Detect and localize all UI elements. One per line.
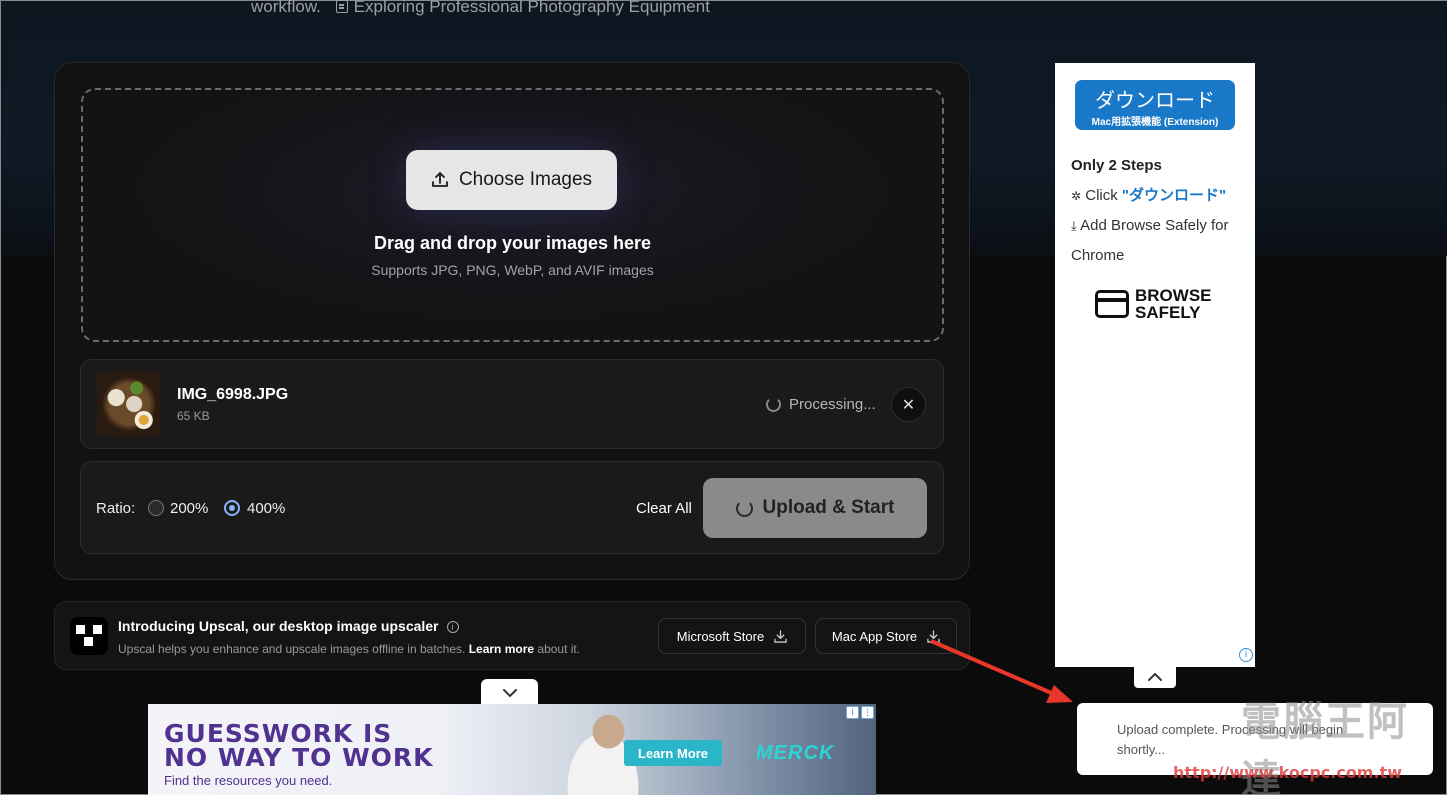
upload-start-label: Upload & Start [762, 497, 895, 518]
breadcrumb-prev[interactable]: workflow. [251, 0, 321, 16]
promo-title-text: Introducing Upscal, our desktop image up… [118, 618, 439, 634]
side-advertisement[interactable]: ダウンロード Mac用拡張機能 (Extension) Only 2 Steps… [1055, 63, 1255, 667]
ad-step-1-highlight: "ダウンロード" [1121, 187, 1227, 204]
ad-learn-more-button[interactable]: Learn More [624, 740, 722, 766]
article-icon [335, 0, 348, 13]
file-status-text: Processing... [789, 396, 876, 413]
upload-icon [432, 172, 448, 187]
breadcrumb: workflow. Exploring Professional Photogr… [251, 0, 710, 17]
choose-images-label: Choose Images [458, 169, 593, 190]
browse-safely-logo: BROWSE SAFELY [1095, 287, 1212, 321]
collapse-ad-button[interactable] [481, 679, 538, 706]
bottom-advertisement[interactable]: GUESSWORK IS NO WAY TO WORK Find the res… [148, 704, 876, 795]
brand-line-2: SAFELY [1135, 303, 1201, 322]
ad-brand-logo: MERCK [756, 742, 835, 764]
ad-steps: Only 2 Steps ✲ Click "ダウンロード" ⤓ Add Brow… [1071, 151, 1243, 271]
ad-step-1-text: Click [1085, 187, 1118, 204]
ad-info-icon[interactable]: i [846, 706, 859, 719]
ad-download-button[interactable]: ダウンロード Mac用拡張機能 (Extension) [1075, 80, 1235, 130]
ad-subline: Find the resources you need. [164, 773, 333, 788]
download-icon [774, 629, 787, 643]
file-name: IMG_6998.JPG [177, 386, 289, 403]
ad-step-2: ⤓ Add Browse Safely for Chrome [1071, 211, 1243, 271]
collapse-side-ad-button[interactable] [1134, 666, 1176, 688]
promo-sub-prefix: Upscal helps you enhance and upscale ima… [118, 642, 466, 656]
chevron-up-icon [1148, 672, 1162, 681]
ad-choices[interactable]: i ⋮ [846, 706, 874, 719]
promo-sub-suffix: about it. [537, 642, 581, 656]
remove-file-button[interactable]: ✕ [891, 387, 926, 422]
ad-step-1: ✲ Click "ダウンロード" [1071, 181, 1243, 211]
file-thumbnail [97, 372, 161, 436]
ad-download-label: ダウンロード [1095, 88, 1215, 112]
ad-headline: GUESSWORK IS NO WAY TO WORK [164, 721, 434, 772]
choose-images-button[interactable]: Choose Images [406, 150, 617, 210]
ad-info-icon[interactable]: i [1239, 648, 1253, 662]
promo-subtitle: Upscal helps you enhance and upscale ima… [118, 642, 580, 656]
browse-safely-icon [1095, 290, 1129, 318]
loading-spinner-icon [735, 499, 753, 517]
close-icon: ✕ [901, 396, 916, 414]
download-icon [927, 629, 940, 643]
ad-menu-icon[interactable]: ⋮ [861, 706, 874, 719]
ratio-200-radio[interactable] [148, 500, 164, 516]
dropzone[interactable] [81, 88, 944, 342]
browse-safely-wordmark: BROWSE SAFELY [1135, 287, 1212, 321]
file-status: Processing... [766, 396, 876, 413]
ad-steps-title: Only 2 Steps [1071, 157, 1162, 174]
ratio-200-label[interactable]: 200% [170, 500, 208, 517]
microsoft-store-label: Microsoft Store [676, 628, 765, 644]
ad-step-2-text: Add Browse Safely for Chrome [1071, 217, 1229, 264]
chevron-down-icon [502, 688, 517, 697]
ad-download-sublabel: Mac用拡張機能 (Extension) [1091, 117, 1219, 128]
watermark-url: http://www.kocpc.com.tw [1173, 763, 1402, 782]
dropzone-title: Drag and drop your images here [373, 233, 652, 253]
brand-line-1: BROWSE [1135, 286, 1212, 305]
learn-more-link[interactable]: Learn more [469, 642, 534, 656]
upload-start-button[interactable]: Upload & Start [703, 478, 927, 538]
upscal-logo-icon [70, 617, 108, 655]
download-icon: ⤓ [1071, 218, 1077, 233]
dropzone-subtitle: Supports JPG, PNG, WebP, and AVIF images [371, 262, 654, 278]
ratio-400-radio[interactable] [224, 500, 240, 516]
ratio-400-label[interactable]: 400% [247, 500, 285, 517]
file-size: 65 KB [177, 409, 210, 423]
loading-spinner-icon [766, 397, 781, 412]
ad-headline-line2: NO WAY TO WORK [164, 743, 434, 772]
ratio-label: Ratio: [96, 500, 136, 517]
promo-title: Introducing Upscal, our desktop image up… [118, 618, 459, 634]
mac-app-store-label: Mac App Store [831, 628, 918, 644]
breadcrumb-current[interactable]: Exploring Professional Photography Equip… [354, 0, 710, 16]
info-icon[interactable]: i [446, 621, 459, 633]
click-icon: ✲ [1071, 189, 1082, 203]
mac-app-store-button[interactable]: Mac App Store [815, 618, 957, 654]
microsoft-store-button[interactable]: Microsoft Store [658, 618, 806, 654]
clear-all-button[interactable]: Clear All [636, 500, 692, 517]
